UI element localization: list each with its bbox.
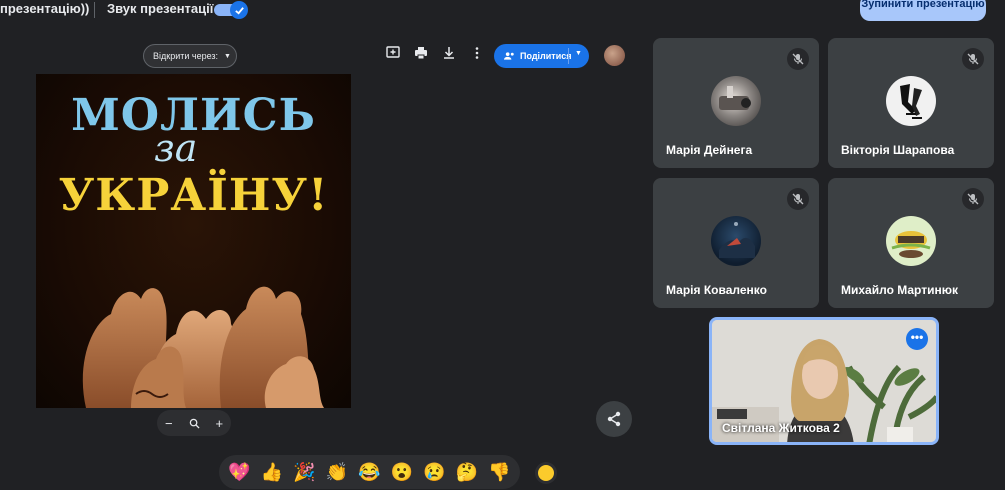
share-button[interactable]: Поділитися ▼ [494,44,589,68]
zoom-out-button[interactable]: − [165,416,173,431]
zoom-controls: − + [157,410,231,436]
poster-line-2: за [154,126,198,170]
reaction-laugh-button[interactable]: 😂 [356,462,382,482]
reaction-clap-button[interactable]: 👏 [324,462,350,482]
download-icon[interactable] [441,46,457,62]
participant-name: Марія Дейнега [666,143,753,157]
skin-tone-icon [538,465,554,481]
avatar [886,76,936,126]
reaction-sad-button[interactable]: 😢 [422,462,448,482]
share-screen-button[interactable] [596,401,632,437]
reaction-thumbs-down-button[interactable]: 👎 [487,462,513,482]
reaction-thumbs-up-button[interactable]: 👍 [259,462,285,482]
skin-tone-button[interactable] [535,462,557,484]
mic-off-icon [787,48,809,70]
presentation-title: презентацію)) [0,1,90,16]
avatar [711,216,761,266]
mic-off-icon [962,48,984,70]
presentation-sound-label: Звук презентації [107,1,214,16]
poster-line-3: УКРАЇНУ! [58,170,329,221]
avatar [886,216,936,266]
open-with-dropdown[interactable]: Відкрити через: ▼ [143,44,237,68]
participant-tile[interactable]: Вікторія Шарапова [828,38,994,168]
praying-hands-illustration [82,286,324,408]
participant-tile[interactable]: Марія Дейнега [653,38,819,168]
poster-image: МОЛИСЬ за УКРАЇНУ! [36,74,351,408]
reaction-party-button[interactable]: 🎉 [291,462,317,482]
open-with-label: Відкрити через: [153,51,219,61]
participant-tile[interactable]: Марія Коваленко [653,178,819,308]
mic-off-icon [787,188,809,210]
share-icon [607,411,621,427]
divider [94,2,95,18]
participant-name: Світлана Житкова 2 [722,421,840,435]
presentation-sound-toggle[interactable] [214,1,248,19]
check-icon [234,6,244,15]
mic-off-icon [962,188,984,210]
caret-down-icon[interactable]: ▼ [575,50,582,57]
avatar[interactable] [604,45,625,66]
add-comment-icon[interactable] [385,46,401,62]
zoom-in-button[interactable]: + [215,416,223,431]
participant-tile[interactable]: Михайло Мартинюк [828,178,994,308]
more-options-button[interactable]: ••• [906,328,928,350]
more-vert-icon[interactable] [469,46,485,62]
share-label: Поділитися [520,51,572,61]
top-bar: презентацію)) Звук презентації Зупинити … [0,0,1005,24]
print-icon[interactable] [413,46,429,62]
participant-name: Марія Коваленко [666,283,767,297]
toggle-knob [230,1,248,19]
participant-name: Вікторія Шарапова [841,143,955,157]
search-icon[interactable] [189,418,200,429]
reaction-heart-button[interactable]: 💖 [226,462,252,482]
meet-window: презентацію)) Звук презентації Зупинити … [0,0,1005,490]
reactions-bar: 💖 👍 🎉 👏 😂 😮 😢 🤔 👎 [219,455,520,489]
active-speaker-tile[interactable]: ••• Світлана Житкова 2 [709,317,939,445]
reaction-surprised-button[interactable]: 😮 [389,462,415,482]
reaction-thinking-button[interactable]: 🤔 [454,462,480,482]
stop-presentation-button[interactable]: Зупинити презентацію [860,0,986,21]
people-icon [504,52,514,60]
caret-down-icon: ▼ [224,52,231,60]
participant-name: Михайло Мартинюк [841,283,958,297]
divider [568,48,569,64]
avatar [711,76,761,126]
